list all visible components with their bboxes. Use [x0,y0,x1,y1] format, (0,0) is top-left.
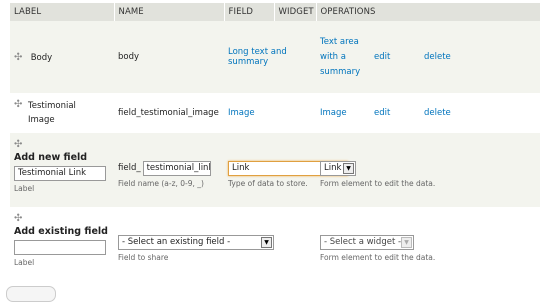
widget-link[interactable]: Image [316,93,370,133]
column-header-name: NAME [114,3,225,21]
label-caption: Label [14,184,35,193]
manage-fields-page: LABEL NAME FIELD WIDGET OPERATIONS ✣ Bod… [0,0,540,302]
cross-arrows-icon[interactable]: ✣ [14,213,28,224]
add-new-label-cell: ✣ Add new field Testimonial Link Label [10,133,114,207]
add-new-type-cell: Link ▼ Type of data to store. [224,133,348,207]
field-machine-name: body [114,21,224,93]
table-row: ✣ Body body Long text and summary Text a… [10,21,540,93]
chevron-down-icon: ▼ [261,236,272,248]
field-type-link[interactable]: Image [224,93,316,133]
add-new-field-title: Add new field [14,152,88,163]
existing-widget-value: - Select a widget - [324,236,402,247]
field-label: Body [30,52,53,63]
row-label-cell: ✣ Body [10,21,114,93]
cross-arrows-icon[interactable]: ✣ [14,99,28,110]
table-row: ✣ Testimonial Image field_testimonial_im… [10,93,540,133]
add-new-name-cell: field_ testimonial_link Field name (a-z, … [114,133,224,207]
widget-value: Link [324,162,342,173]
add-new-field-row: ✣ Add new field Testimonial Link Label f… [10,133,540,207]
cross-arrows-icon[interactable]: ✣ [14,139,28,150]
field-name-description: Field name (a-z, 0-9, _) [118,178,204,188]
existing-field-value: - Select an existing field - [122,236,231,247]
add-existing-label-cell: ✣ Add existing field Label [10,207,114,279]
add-new-widget-cell: Link ▼ Form element to edit the data. [316,133,540,207]
column-header-widget: WIDGET [274,3,317,21]
table-header-row: LABEL NAME FIELD WIDGET OPERATIONS [10,3,540,21]
column-header-label: LABEL [10,3,115,21]
add-existing-field-row: ✣ Add existing field Label - Select an e… [10,207,540,279]
label-caption: Label [14,258,35,267]
field-type-description: Type of data to store. [228,178,308,188]
row-label-cell: ✣ Testimonial Image [10,93,114,133]
field-label: Testimonial Image [28,101,76,125]
field-type-link[interactable]: Long text and summary [224,21,316,93]
column-header-field: FIELD [224,3,275,21]
add-existing-widget-cell: - Select a widget - ▼ Form element to ed… [316,207,540,279]
existing-field-description: Field to share [118,252,169,262]
column-header-operations: OPERATIONS [316,3,540,21]
add-existing-field-title: Add existing field [14,226,108,237]
field-type-value: Link [232,162,250,173]
widget-select[interactable]: Link ▼ [320,160,356,176]
edit-link[interactable]: edit [370,21,420,93]
chevron-down-icon: ▼ [343,162,354,174]
existing-field-select[interactable]: - Select an existing field - ▼ [118,234,274,250]
existing-field-label-input[interactable] [14,240,106,255]
delete-link[interactable]: delete [420,21,540,93]
existing-widget-description: Form element to edit the data. [320,252,436,262]
field-machine-name: field_testimonial_image [114,93,224,133]
save-button[interactable] [6,286,56,302]
existing-widget-select[interactable]: - Select a widget - ▼ [320,234,414,250]
fields-table: LABEL NAME FIELD WIDGET OPERATIONS ✣ Bod… [10,3,540,279]
edit-link[interactable]: edit [370,93,420,133]
add-existing-field-cell: - Select an existing field - ▼ Field to … [114,207,316,279]
widget-link[interactable]: Text area with a summary [316,21,370,93]
widget-description: Form element to edit the data. [320,178,436,188]
new-field-name-input[interactable]: testimonial_link [142,160,211,176]
field-name-prefix: field_ [118,163,141,173]
delete-link[interactable]: delete [420,93,540,133]
chevron-down-icon: ▼ [401,236,412,248]
cross-arrows-icon[interactable]: ✣ [14,52,28,63]
new-field-label-input[interactable]: Testimonial Link [14,166,106,181]
